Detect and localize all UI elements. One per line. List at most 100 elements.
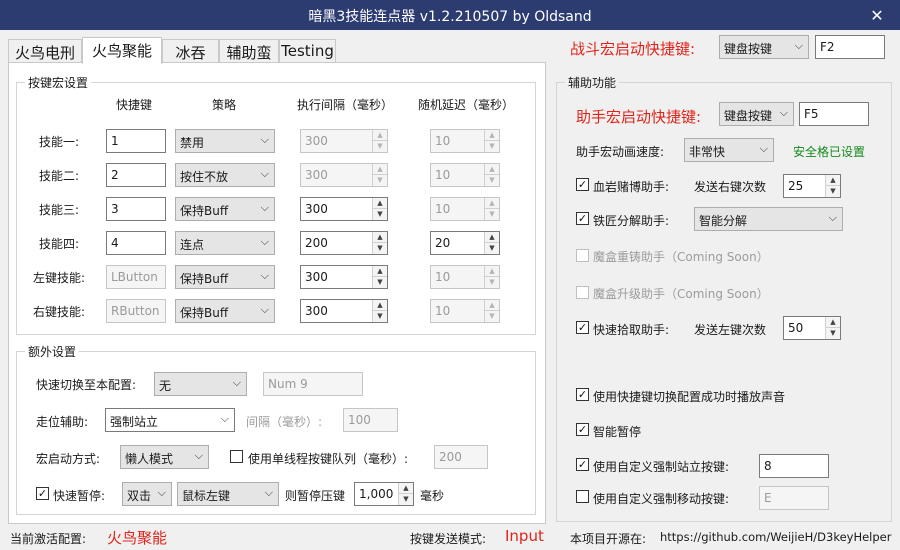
right-skill-delay-spinner[interactable]: 10 ▲ ▼ (430, 299, 500, 323)
spin-down-icon[interactable]: ▼ (373, 141, 387, 152)
sound-checkbox[interactable]: ✓ (576, 388, 589, 401)
spin-up-icon[interactable]: ▲ (373, 300, 387, 311)
chevron-down-icon: ⌵ (260, 303, 269, 316)
skill-1-delay-spinner[interactable]: 10 ▲ ▼ (430, 129, 500, 153)
quick-pause-mode-select[interactable]: 双击 ⌵ (122, 482, 172, 506)
quick-pause-checkbox[interactable]: ✓ (36, 487, 49, 500)
assist-hotkey-type-select[interactable]: 键盘按键 ⌵ (719, 102, 794, 126)
spin-up-icon[interactable]: ▲ (373, 266, 387, 277)
move-interval-spinner[interactable]: 100 (343, 408, 398, 432)
right-skill-key-input[interactable]: RButton (106, 299, 166, 323)
spin-down-icon[interactable]: ▼ (485, 277, 499, 288)
skill-4-key-input[interactable]: 4 (106, 231, 166, 255)
spin-down-icon[interactable]: ▼ (373, 243, 387, 254)
skill-3-strategy-select[interactable]: 保持Buff ⌵ (175, 197, 275, 221)
skill-1-interval-spinner[interactable]: 300 ▲ ▼ (300, 129, 388, 153)
spin-up-icon[interactable]: ▲ (373, 130, 387, 141)
quick-pause-spinner[interactable]: 1,000 ▲ ▼ (354, 482, 414, 506)
left-skill-delay-spinner[interactable]: 10 ▲ ▼ (430, 265, 500, 289)
header-hotkey: 快捷键 (116, 98, 153, 112)
single-thread-checkbox[interactable] (230, 450, 243, 463)
left-skill-delay-value: 10 (435, 270, 451, 284)
move-assist-label: 走位辅助: (36, 415, 89, 429)
spin-down-icon[interactable]: ▼ (485, 311, 499, 322)
tab-fire-electrocute[interactable]: 火鸟电刑 (8, 39, 82, 63)
spin-up-icon[interactable]: ▲ (399, 483, 413, 494)
quick-pause-button-select[interactable]: 鼠标左键 ⌵ (177, 482, 279, 506)
move-assist-select[interactable]: 强制站立 ⌵ (105, 408, 235, 432)
custom-stand-checkbox[interactable]: ✓ (576, 458, 589, 471)
spin-up-icon[interactable]: ▲ (826, 175, 840, 186)
reforge-checkbox[interactable] (576, 249, 589, 262)
skill-4-delay-spinner[interactable]: 20 ▲ ▼ (430, 231, 500, 255)
right-skill-interval-spinner[interactable]: 300 ▲ ▼ (300, 299, 388, 323)
assist-group-label: 辅助功能 (565, 74, 620, 91)
custom-move-checkbox[interactable] (576, 490, 589, 503)
spin-down-icon[interactable]: ▼ (399, 494, 413, 505)
custom-move-input[interactable]: E (759, 486, 829, 510)
spin-up-icon[interactable]: ▲ (485, 266, 499, 277)
battle-hotkey-input[interactable]: F2 (815, 35, 885, 59)
tab-testing[interactable]: Testing (279, 39, 336, 63)
tab-support-barb[interactable]: 辅助蛮 (219, 39, 279, 63)
skill-2-delay-spinner[interactable]: 10 ▲ ▼ (430, 163, 500, 187)
anim-speed-value: 非常快 (689, 145, 726, 159)
gamble-checkbox[interactable]: ✓ (576, 178, 589, 191)
battle-hotkey-type-select[interactable]: 键盘按键 ⌵ (719, 35, 809, 59)
salvage-select[interactable]: 智能分解 ⌵ (694, 207, 843, 231)
skill-2-strategy-value: 按住不放 (180, 170, 229, 184)
start-mode-select[interactable]: 懒人模式 ⌵ (120, 445, 209, 469)
spin-up-icon[interactable]: ▲ (485, 300, 499, 311)
spin-down-icon[interactable]: ▼ (485, 175, 499, 186)
custom-stand-input[interactable]: 8 (759, 454, 829, 478)
skill-1-key-input[interactable]: 1 (106, 129, 166, 153)
spin-down-icon[interactable]: ▼ (826, 186, 840, 197)
right-skill-strategy-select[interactable]: 保持Buff ⌵ (175, 299, 275, 323)
tab-fire-focus[interactable]: 火鸟聚能 (82, 37, 162, 64)
left-skill-strategy-value: 保持Buff (180, 272, 229, 286)
spin-up-icon[interactable]: ▲ (373, 164, 387, 175)
spin-up-icon[interactable]: ▲ (485, 130, 499, 141)
skill-3-delay-spinner[interactable]: 10 ▲ ▼ (430, 197, 500, 221)
skill-1-strategy-select[interactable]: 禁用 ⌵ (175, 129, 275, 153)
close-icon[interactable]: ✕ (854, 0, 900, 30)
skill-2-interval-spinner[interactable]: 300 ▲ ▼ (300, 163, 388, 187)
left-skill-interval-spinner[interactable]: 300 ▲ ▼ (300, 265, 388, 289)
skill-2-strategy-select[interactable]: 按住不放 ⌵ (175, 163, 275, 187)
assist-hotkey-input[interactable]: F5 (799, 102, 869, 126)
tab-ice-devour[interactable]: 冰吞 (162, 39, 219, 63)
skill-4-strategy-select[interactable]: 连点 ⌵ (175, 231, 275, 255)
spin-up-icon[interactable]: ▲ (485, 198, 499, 209)
pickup-checkbox[interactable]: ✓ (576, 321, 589, 334)
check-icon: ✓ (37, 487, 48, 500)
spin-down-icon[interactable]: ▼ (485, 243, 499, 254)
left-skill-key-input[interactable]: LButton (106, 265, 166, 289)
spin-down-icon[interactable]: ▼ (373, 277, 387, 288)
left-skill-strategy-select[interactable]: 保持Buff ⌵ (175, 265, 275, 289)
skill-2-key-input[interactable]: 2 (106, 163, 166, 187)
quick-switch-select[interactable]: 无 ⌵ (154, 372, 247, 396)
spin-down-icon[interactable]: ▼ (373, 209, 387, 220)
spin-down-icon[interactable]: ▼ (373, 175, 387, 186)
spin-up-icon[interactable]: ▲ (826, 317, 840, 328)
anim-speed-select[interactable]: 非常快 ⌵ (684, 138, 774, 162)
spin-down-icon[interactable]: ▼ (826, 328, 840, 339)
single-thread-spinner[interactable]: 200 (434, 445, 488, 469)
spin-down-icon[interactable]: ▼ (373, 311, 387, 322)
spin-up-icon[interactable]: ▲ (485, 164, 499, 175)
quick-switch-hotkey-input[interactable]: Num 9 (263, 372, 363, 396)
salvage-checkbox[interactable]: ✓ (576, 212, 589, 225)
github-link[interactable]: https://github.com/WeijieH/D3keyHelper (660, 530, 891, 544)
upgrade-checkbox[interactable] (576, 286, 589, 299)
smart-pause-checkbox[interactable]: ✓ (576, 423, 589, 436)
spin-up-icon[interactable]: ▲ (373, 232, 387, 243)
spin-down-icon[interactable]: ▼ (485, 141, 499, 152)
spin-up-icon[interactable]: ▲ (485, 232, 499, 243)
spin-down-icon[interactable]: ▼ (485, 209, 499, 220)
skill-3-key-input[interactable]: 3 (106, 197, 166, 221)
pickup-spinner[interactable]: 50 ▲ ▼ (783, 316, 841, 340)
spin-up-icon[interactable]: ▲ (373, 198, 387, 209)
skill-4-interval-spinner[interactable]: 200 ▲ ▼ (300, 231, 388, 255)
skill-3-interval-spinner[interactable]: 300 ▲ ▼ (300, 197, 388, 221)
gamble-spinner[interactable]: 25 ▲ ▼ (783, 174, 841, 198)
